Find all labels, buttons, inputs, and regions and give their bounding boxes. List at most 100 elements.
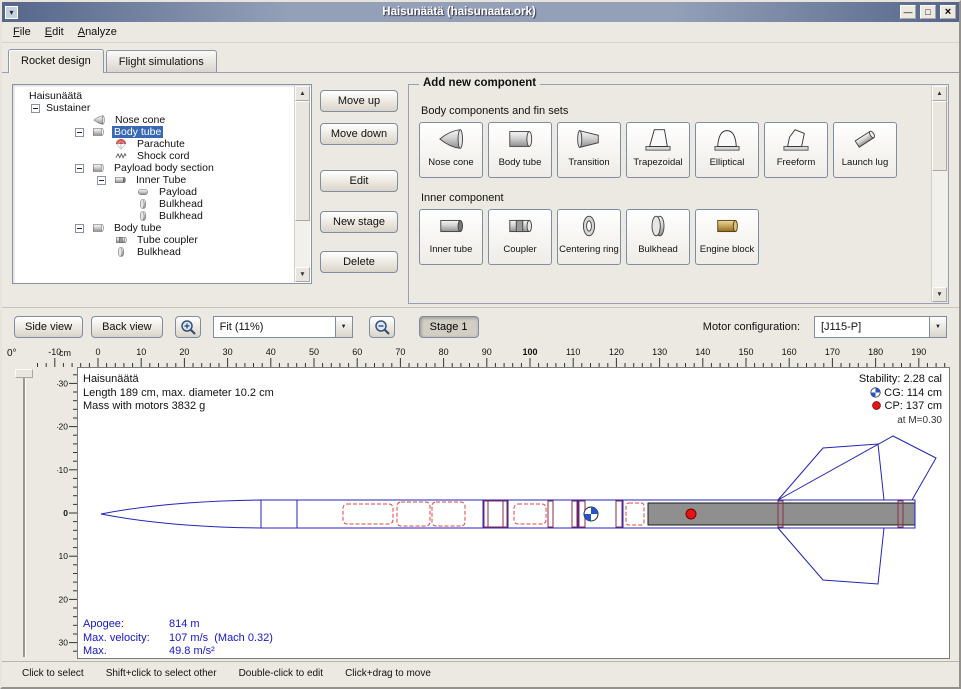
max-acceleration-value: 49.8 m/s² <box>169 645 215 659</box>
shockcord-icon <box>111 150 131 162</box>
svg-text:10: 10 <box>136 347 146 357</box>
status-bar: Click to select Shift+click to select ot… <box>2 661 959 687</box>
add-coupler-button[interactable]: Coupler <box>488 209 552 265</box>
bulkhead-icon <box>133 210 153 222</box>
edit-button[interactable]: Edit <box>320 170 398 192</box>
close-button[interactable]: × <box>940 5 956 19</box>
title-bar[interactable]: ▾ Haisunäätä (haisunaata.ork) — □ × <box>2 2 959 22</box>
scroll-up-icon[interactable]: ▲ <box>932 86 947 101</box>
tree-item[interactable]: Parachute <box>13 138 293 150</box>
tree-item[interactable]: Payload body section <box>13 162 293 174</box>
zoom-in-button[interactable] <box>175 316 201 338</box>
zoom-level-select[interactable]: Fit (11%) ▼ <box>213 316 353 338</box>
add-body-tube-button[interactable]: Body tube <box>488 122 552 178</box>
chevron-down-icon[interactable]: ▼ <box>929 317 946 337</box>
scroll-down-icon[interactable]: ▼ <box>932 287 947 302</box>
scrollbar-thumb[interactable] <box>295 101 310 221</box>
tree-item-label: Bulkhead <box>157 210 205 222</box>
add-panel-scrollbar[interactable]: ▲ ▼ <box>931 86 947 302</box>
hint-shift-click: Shift+click to select other <box>106 668 217 679</box>
scrollbar-thumb[interactable] <box>932 101 947 171</box>
tree-item[interactable]: Haisunäätä <box>13 90 293 102</box>
tree-item[interactable]: Payload <box>13 186 293 198</box>
tree-item-label: Payload body section <box>112 162 216 174</box>
delete-button[interactable]: Delete <box>320 251 398 273</box>
add-inner-tube-button[interactable]: Inner tube <box>419 209 483 265</box>
tree-item[interactable]: Tube coupler <box>13 234 293 246</box>
tab-strip: Rocket design Flight simulations <box>2 43 959 73</box>
tree-item[interactable]: Inner Tube <box>13 174 293 186</box>
svg-text:10: 10 <box>59 551 69 561</box>
view-toolbar: Side view Back view Fit (11%) ▼ Stage 1 … <box>2 307 959 345</box>
body-components-label: Body components and fin sets <box>421 105 922 117</box>
tree-item[interactable]: Sustainer <box>13 102 293 114</box>
svg-text:150: 150 <box>738 347 753 357</box>
tree-item[interactable]: Bulkhead <box>13 210 293 222</box>
collapse-icon[interactable] <box>75 164 84 173</box>
zoom-out-button[interactable] <box>369 316 395 338</box>
magnifier-minus-icon <box>373 318 391 336</box>
component-tree[interactable]: Haisunäätä Sustainer Nose cone Body tube… <box>12 84 312 284</box>
tab-rocket-design[interactable]: Rocket design <box>8 49 104 73</box>
menu-edit[interactable]: Edit <box>38 24 71 40</box>
collapse-icon[interactable] <box>31 104 40 113</box>
tree-item-selected[interactable]: Body tube <box>13 126 293 138</box>
tree-item[interactable]: Body tube <box>13 222 293 234</box>
collapse-icon[interactable] <box>97 176 106 185</box>
move-down-button[interactable]: Move down <box>320 123 398 145</box>
tab-flight-simulations[interactable]: Flight simulations <box>106 50 217 72</box>
bodytube-icon <box>88 126 108 138</box>
new-stage-button[interactable]: New stage <box>320 211 398 233</box>
add-nose-cone-button[interactable]: Nose cone <box>419 122 483 178</box>
svg-text:180: 180 <box>868 347 883 357</box>
inner-component-label: Inner component <box>421 192 922 204</box>
tree-item[interactable]: Shock cord <box>13 150 293 162</box>
maximize-button[interactable]: □ <box>920 5 936 19</box>
cp-marker <box>686 509 696 519</box>
motor-configuration-value: [J115-P] <box>815 317 929 337</box>
motor-configuration-select[interactable]: [J115-P] ▼ <box>814 316 947 338</box>
tree-item-label: Shock cord <box>135 150 192 162</box>
menu-file[interactable]: File <box>6 24 38 40</box>
tree-item[interactable]: Nose cone <box>13 114 293 126</box>
stage-1-toggle[interactable]: Stage 1 <box>419 316 479 338</box>
menu-analyze[interactable]: Analyze <box>71 24 124 40</box>
svg-text:130: 130 <box>652 347 667 357</box>
add-trapezoidal-fin-button[interactable]: Trapezoidal <box>626 122 690 178</box>
max-velocity-value: 107 m/s (Mach 0.32) <box>169 632 273 646</box>
svg-text:140: 140 <box>695 347 710 357</box>
collapse-icon[interactable] <box>75 128 84 137</box>
rocket-name: Haisunäätä <box>83 373 274 387</box>
add-elliptical-fin-button[interactable]: Elliptical <box>695 122 759 178</box>
launch-lug-icon <box>849 126 881 152</box>
add-engine-block-button[interactable]: Engine block <box>695 209 759 265</box>
minimize-button[interactable]: — <box>900 5 916 19</box>
side-view-button[interactable]: Side view <box>14 316 83 338</box>
collapse-icon[interactable] <box>75 224 84 233</box>
add-transition-button[interactable]: Transition <box>557 122 621 178</box>
svg-text:20: 20 <box>179 347 189 357</box>
add-launch-lug-button[interactable]: Launch lug <box>833 122 897 178</box>
svg-text:190: 190 <box>911 347 926 357</box>
rotation-slider-handle[interactable] <box>15 369 33 378</box>
bodytube-icon <box>504 126 536 152</box>
rocket-dimensions: Length 189 cm, max. diameter 10.2 cm <box>83 387 274 401</box>
add-freeform-fin-button[interactable]: Freeform <box>764 122 828 178</box>
chevron-down-icon[interactable]: ▼ <box>335 317 352 337</box>
move-up-button[interactable]: Move up <box>320 90 398 112</box>
add-centering-ring-button[interactable]: Centering ring <box>557 209 621 265</box>
cg-marker <box>584 507 598 521</box>
scroll-down-icon[interactable]: ▼ <box>295 267 310 282</box>
add-bulkhead-button[interactable]: Bulkhead <box>626 209 690 265</box>
tree-item[interactable]: Bulkhead <box>13 246 293 258</box>
rocket-canvas[interactable]: Haisunäätä Length 189 cm, max. diameter … <box>77 367 950 659</box>
window-title: Haisunäätä (haisunaata.ork) <box>22 6 896 18</box>
scroll-up-icon[interactable]: ▲ <box>295 86 310 101</box>
tree-item-label: Nose cone <box>113 114 167 126</box>
tree-scrollbar[interactable]: ▲ ▼ <box>294 86 310 282</box>
tree-item[interactable]: Bulkhead <box>13 198 293 210</box>
back-view-button[interactable]: Back view <box>91 316 163 338</box>
svg-text:60: 60 <box>352 347 362 357</box>
rotation-slider[interactable] <box>23 371 26 657</box>
tree-item-label: Parachute <box>135 138 187 150</box>
